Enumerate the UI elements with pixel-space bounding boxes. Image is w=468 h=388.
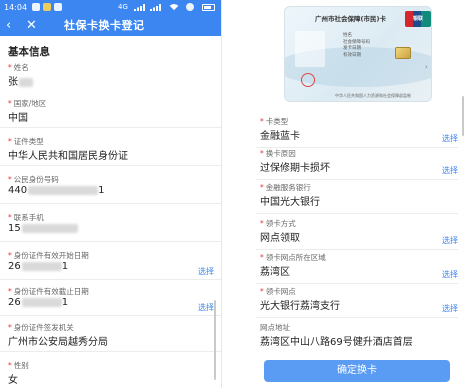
field-value: 荔湾区中山八路69号健升酒店首层 xyxy=(260,337,413,348)
card-title: 广州市社会保障(市民)卡 xyxy=(315,15,386,23)
right-screen: 广州市社会保障(市民)卡 银联 姓名 社会保障号码 发卡日期 有效日期 › 中华… xyxy=(246,0,468,388)
scrollbar[interactable] xyxy=(462,96,464,136)
wifi-icon xyxy=(169,4,179,11)
field-label: * 身份证件有效开始日期 xyxy=(8,251,89,260)
select-link[interactable]: 选择 xyxy=(442,303,458,314)
field-value: 中华人民共和国居民身份证 xyxy=(8,151,128,162)
notification-icon xyxy=(32,3,40,11)
divider xyxy=(0,241,221,242)
field-value: 过保修期卡损坏 xyxy=(260,163,330,174)
network-label: 4G xyxy=(118,3,128,11)
status-bar: 14:04 4G xyxy=(0,0,221,16)
field-label: * 国家/地区 xyxy=(8,99,47,108)
redacted-mask xyxy=(21,297,62,307)
divider xyxy=(0,351,221,352)
field-label: * 领卡方式 xyxy=(260,219,296,228)
divider xyxy=(0,203,221,204)
social-security-card-image: 广州市社会保障(市民)卡 银联 姓名 社会保障号码 发卡日期 有效日期 › 中华… xyxy=(284,6,432,102)
field-value: 15 xyxy=(8,223,78,234)
select-link[interactable]: 选择 xyxy=(198,302,214,313)
card-photo-area xyxy=(295,31,325,67)
field-label: * 姓名 xyxy=(8,63,29,72)
field-label: * 领卡网点所在区域 xyxy=(260,253,326,262)
select-link[interactable]: 选择 xyxy=(442,269,458,280)
section-title: 基本信息 xyxy=(8,46,50,58)
field-label: * 身份证件有效截止日期 xyxy=(8,287,89,296)
select-link[interactable]: 选择 xyxy=(442,133,458,144)
field-value: 中国光大银行 xyxy=(260,197,320,208)
divider xyxy=(0,165,221,166)
redacted-mask xyxy=(21,261,62,271)
scrollbar[interactable] xyxy=(214,300,216,380)
divider xyxy=(0,127,221,128)
field-label: * 卡类型 xyxy=(260,117,289,126)
chip-icon xyxy=(395,47,411,59)
field-value: 中国 xyxy=(8,113,28,124)
field-value: 26 1 xyxy=(8,297,69,308)
confirm-replace-button[interactable]: 确定换卡 xyxy=(264,360,450,382)
alarm-icon xyxy=(186,3,194,11)
divider xyxy=(256,283,458,284)
field-label: * 身份证件签发机关 xyxy=(8,323,74,332)
field-label: * 金融服务银行 xyxy=(260,183,311,192)
field-label: * 领卡网点 xyxy=(260,287,296,296)
signal-icon xyxy=(134,4,145,11)
field-label: * 性别 xyxy=(8,361,29,370)
nav-bar: ‹ ✕ 社保卡换卡登记 xyxy=(0,16,221,36)
chevron-right-icon: › xyxy=(425,63,428,71)
card-fields: 姓名 社会保障号码 发卡日期 有效日期 xyxy=(343,33,370,58)
select-link[interactable]: 选择 xyxy=(198,266,214,277)
back-icon[interactable]: ‹ xyxy=(6,17,11,35)
page-title: 社保卡换卡登记 xyxy=(64,19,145,32)
field-value: 金融蓝卡 xyxy=(260,131,300,142)
field-value: 光大银行荔湾支行 xyxy=(260,301,340,312)
emblem-icon xyxy=(301,73,315,87)
left-screen: 14:04 4G ‹ ✕ 社保卡换卡登记 基本信息 * 姓名 张 * 国家/地区 中… xyxy=(0,0,222,388)
divider xyxy=(256,213,458,214)
field-value: 女 xyxy=(8,375,18,386)
divider xyxy=(256,317,458,318)
select-link[interactable]: 选择 xyxy=(442,235,458,246)
status-time: 14:04 xyxy=(4,3,28,12)
field-label: * 公民身份号码 xyxy=(8,175,59,184)
field-value: 张 xyxy=(8,73,33,88)
signal-icon-2 xyxy=(150,4,161,11)
card-preview: 广州市社会保障(市民)卡 银联 姓名 社会保障号码 发卡日期 有效日期 › 中华… xyxy=(256,0,456,106)
divider xyxy=(256,179,458,180)
card-footer-note: 中华人民共和国人力资源和社会保障部监制 xyxy=(335,93,411,98)
message-icon xyxy=(54,3,62,11)
field-value: 26 1 xyxy=(8,261,69,272)
app-notification-icon xyxy=(43,3,51,11)
field-value: 广州市公安局越秀分局 xyxy=(8,337,108,348)
field-label: * 换卡原因 xyxy=(260,149,296,158)
redacted-mask xyxy=(21,223,78,233)
field-label: * 联系手机 xyxy=(8,213,44,222)
battery-icon xyxy=(202,4,215,11)
field-value: 440 1 xyxy=(8,185,105,196)
divider xyxy=(256,249,458,250)
select-link[interactable]: 选择 xyxy=(442,165,458,176)
close-icon[interactable]: ✕ xyxy=(26,17,37,35)
field-value: 荔湾区 xyxy=(260,267,290,278)
field-label: * 证件类型 xyxy=(8,137,44,146)
divider xyxy=(0,315,221,316)
unionpay-logo-icon: 银联 xyxy=(405,11,431,27)
divider xyxy=(0,279,221,280)
field-label: 网点地址 xyxy=(260,323,290,332)
field-value: 网点领取 xyxy=(260,233,300,244)
redacted-mask xyxy=(28,185,99,195)
redacted-mask xyxy=(19,77,33,87)
